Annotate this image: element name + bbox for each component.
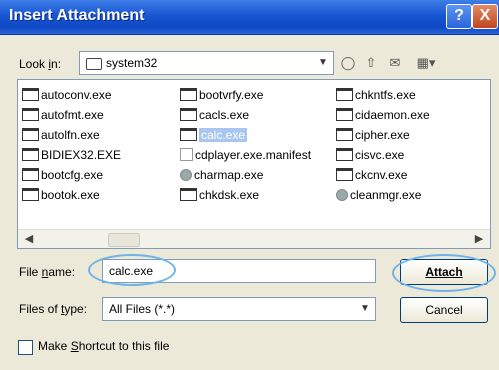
- up-folder-icon[interactable]: ⇧: [361, 53, 381, 73]
- file-list[interactable]: autoconv.exe autofmt.exe autolfn.exe BID…: [17, 79, 491, 249]
- dialog-title: Insert Attachment: [9, 7, 145, 24]
- exe-file-icon: [336, 88, 353, 101]
- exe-file-icon: [180, 188, 197, 201]
- title-bar: Insert Attachment ? X: [0, 0, 499, 35]
- file-item-selected[interactable]: calc.exe: [180, 126, 248, 144]
- file-item[interactable]: cleanmgr.exe: [336, 186, 421, 204]
- exe-file-icon: [22, 188, 39, 201]
- chevron-down-icon[interactable]: ▼: [314, 53, 332, 73]
- file-name-label: File name:: [19, 265, 76, 279]
- exe-file-icon: [22, 128, 39, 141]
- exe-file-icon: [22, 108, 39, 121]
- files-of-type-combo[interactable]: All Files (*.*) ▼: [102, 297, 376, 321]
- exe-file-icon: [180, 108, 197, 121]
- exe-file-icon: [180, 88, 197, 101]
- make-shortcut-label[interactable]: Make Shortcut to this file: [38, 339, 169, 353]
- exe-file-icon: [22, 168, 39, 181]
- file-item[interactable]: cdplayer.exe.manifest: [180, 146, 311, 164]
- file-item[interactable]: charmap.exe: [180, 166, 263, 184]
- exe-file-icon: [336, 128, 353, 141]
- help-button[interactable]: ?: [446, 4, 472, 29]
- back-icon[interactable]: ◯: [338, 53, 358, 73]
- charmap-icon: [180, 169, 192, 181]
- look-in-combo[interactable]: system32 ▼: [79, 51, 334, 75]
- exe-file-icon: [22, 88, 39, 101]
- file-item[interactable]: chkdsk.exe: [180, 186, 259, 204]
- file-item[interactable]: cidaemon.exe: [336, 106, 430, 124]
- exe-file-icon: [336, 148, 353, 161]
- file-item[interactable]: autoconv.exe: [22, 86, 112, 104]
- file-item[interactable]: BIDIEX32.EXE: [22, 146, 121, 164]
- file-item[interactable]: cipher.exe: [336, 126, 410, 144]
- file-item[interactable]: bootcfg.exe: [22, 166, 103, 184]
- highlight-oval: [392, 254, 496, 292]
- file-item[interactable]: cisvc.exe: [336, 146, 404, 164]
- manifest-file-icon: [180, 148, 193, 161]
- calculator-icon: [180, 128, 197, 141]
- folder-icon: [86, 58, 102, 70]
- view-menu-icon[interactable]: ▦▾: [412, 53, 440, 73]
- look-in-value: system32: [106, 56, 158, 70]
- file-item[interactable]: cacls.exe: [180, 106, 249, 124]
- new-folder-icon[interactable]: ✉: [385, 53, 405, 73]
- scroll-right-icon[interactable]: ▶: [472, 232, 486, 246]
- file-item[interactable]: autofmt.exe: [22, 106, 104, 124]
- exe-file-icon: [22, 148, 39, 161]
- look-in-label: Look in:: [19, 57, 62, 71]
- make-shortcut-checkbox[interactable]: [18, 340, 33, 355]
- highlight-oval: [88, 254, 176, 286]
- file-item[interactable]: bootok.exe: [22, 186, 100, 204]
- cleanmgr-icon: [336, 189, 348, 201]
- files-of-type-label: Files of type:: [19, 302, 88, 316]
- close-button[interactable]: X: [472, 4, 498, 29]
- scroll-thumb[interactable]: [108, 233, 140, 247]
- horizontal-scrollbar[interactable]: ◀ ▶: [18, 229, 490, 248]
- exe-file-icon: [336, 108, 353, 121]
- scroll-left-icon[interactable]: ◀: [22, 232, 36, 246]
- chevron-down-icon[interactable]: ▼: [356, 299, 374, 319]
- exe-file-icon: [336, 168, 353, 181]
- file-item[interactable]: ckcnv.exe: [336, 166, 407, 184]
- file-item[interactable]: autolfn.exe: [22, 126, 100, 144]
- files-of-type-value: All Files (*.*): [109, 302, 176, 316]
- file-item[interactable]: bootvrfy.exe: [180, 86, 263, 104]
- file-item[interactable]: chkntfs.exe: [336, 86, 416, 104]
- cancel-button[interactable]: Cancel: [400, 297, 488, 323]
